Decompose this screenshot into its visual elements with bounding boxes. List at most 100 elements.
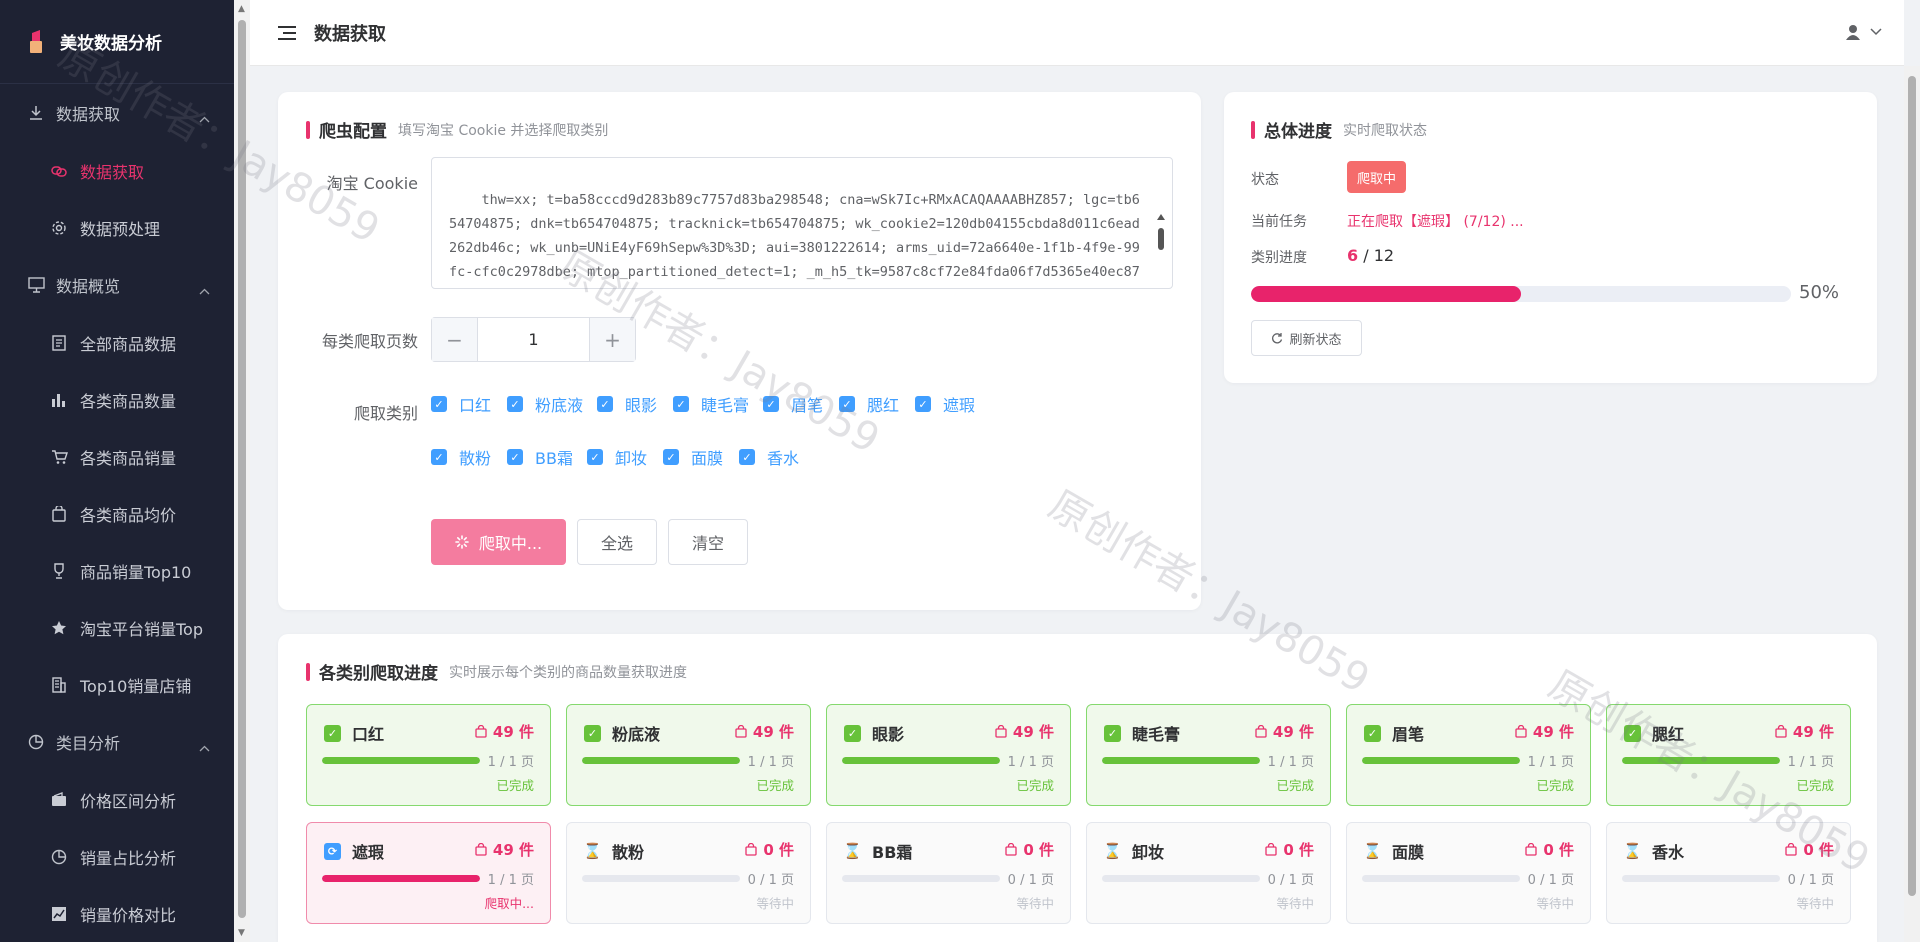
check-icon: ✓ xyxy=(1364,724,1381,742)
category-checkbox[interactable]: ✓ 粉底液 xyxy=(507,392,583,416)
sidebar-item-1-5[interactable]: 淘宝平台销量Top xyxy=(0,599,234,656)
sidebar-item-0-0[interactable]: 数据获取 xyxy=(0,142,234,199)
category-progress-bar xyxy=(322,757,480,764)
crawler-config-card: 爬虫配置 填写淘宝 Cookie 并选择爬取类别 淘宝 Cookie thw=x… xyxy=(278,92,1201,610)
sidebar-item-1-4[interactable]: 商品销量Top10 xyxy=(0,542,234,599)
category-count: 49 件 xyxy=(1515,721,1574,742)
category-progress-bar xyxy=(322,875,480,882)
category-progress-item: ⌛ 香水 0 件 0 / 1 页 等待中 xyxy=(1606,822,1851,924)
current-task-value: 正在爬取【遮瑕】 (7/12) ... xyxy=(1347,214,1524,230)
crawler-config-title: 爬虫配置 xyxy=(319,122,387,142)
category-pages: 0 / 1 页 xyxy=(1267,873,1314,888)
user-menu[interactable] xyxy=(1846,24,1882,40)
checkbox-checked-icon: ✓ xyxy=(507,396,523,412)
category-progress-item: ✓ 粉底液 49 件 1 / 1 页 已完成 xyxy=(566,704,811,806)
sidebar-group-1[interactable]: 数据概览 xyxy=(0,256,234,314)
category-pages: 1 / 1 页 xyxy=(487,873,534,888)
category-progress-label: 类别进度 xyxy=(1251,250,1307,266)
status-badge: 爬取中 xyxy=(1347,161,1407,193)
category-status: 已完成 xyxy=(1796,778,1834,793)
textarea-scrollbar[interactable] xyxy=(1154,162,1168,282)
sidebar-menu: 数据获取 数据获取 数据预处理 数据概览 全部商品数据 各类商品数量 各类商品销量 各类商品均… xyxy=(0,84,234,942)
scrollbar-thumb[interactable] xyxy=(238,20,246,918)
category-checkbox[interactable]: ✓ 睫毛膏 xyxy=(673,392,749,416)
decrement-button[interactable]: − xyxy=(432,318,477,361)
cart-icon xyxy=(50,448,68,466)
category-status: 等待中 xyxy=(1276,896,1314,911)
category-checkbox[interactable]: ✓ 遮瑕 xyxy=(915,392,975,416)
category-progress-fill xyxy=(842,757,1000,764)
category-checkbox[interactable]: ✓ BB霜 xyxy=(507,445,573,469)
category-checkbox[interactable]: ✓ 眉笔 xyxy=(763,392,823,416)
category-count-text: 49 件 xyxy=(1272,723,1314,741)
category-name-text: 卸妆 xyxy=(1132,843,1165,862)
category-checkbox[interactable]: ✓ 腮红 xyxy=(839,392,899,416)
category-status: 已完成 xyxy=(1016,778,1054,793)
category-progress-bar xyxy=(1362,757,1520,764)
category-name-text: 眼影 xyxy=(872,725,905,744)
clear-button[interactable]: 清空 xyxy=(668,519,748,565)
bag-icon xyxy=(745,843,757,856)
category-count: 49 件 xyxy=(735,721,794,742)
hourglass-icon: ⌛ xyxy=(1623,842,1642,860)
category-checkbox[interactable]: ✓ 面膜 xyxy=(663,445,723,469)
select-all-button[interactable]: 全选 xyxy=(577,519,657,565)
category-pages: 1 / 1 页 xyxy=(1007,755,1054,770)
sidebar-item-1-1[interactable]: 各类商品数量 xyxy=(0,371,234,428)
pages-input[interactable]: 1 xyxy=(477,318,590,361)
sidebar-item-1-0[interactable]: 全部商品数据 xyxy=(0,314,234,371)
main-scrollbar[interactable] xyxy=(1904,66,1920,942)
category-progress-item: ⌛ 散粉 0 件 0 / 1 页 等待中 xyxy=(566,822,811,924)
linechart-icon xyxy=(50,905,68,923)
category-progress-item: ✓ 眉笔 49 件 1 / 1 页 已完成 xyxy=(1346,704,1591,806)
sidebar-item-1-3[interactable]: 各类商品均价 xyxy=(0,485,234,542)
refresh-status-button[interactable]: 刷新状态 xyxy=(1251,320,1362,356)
category-name: ✓ 眼影 xyxy=(844,721,904,745)
category-count: 49 件 xyxy=(995,721,1054,742)
sidebar-scrollbar[interactable]: ▲ ▼ xyxy=(234,0,250,942)
category-count-text: 0 件 xyxy=(763,841,794,859)
sidebar-item-2-0[interactable]: 价格区间分析 xyxy=(0,771,234,828)
sidebar-group-0[interactable]: 数据获取 xyxy=(0,84,234,142)
app-logo[interactable]: 美妆数据分析 xyxy=(0,0,234,84)
category-checkbox-label: 散粉 xyxy=(459,449,492,468)
sidebar-item-1-6[interactable]: Top10销量店铺 xyxy=(0,656,234,713)
sidebar-group-2[interactable]: 类目分析 xyxy=(0,713,234,771)
category-checkbox-label: 眉笔 xyxy=(791,396,824,415)
category-checkbox[interactable]: ✓ 散粉 xyxy=(431,445,491,469)
category-total-count: 12 xyxy=(1373,246,1395,265)
overall-progress-header: 总体进度 实时爬取状态 xyxy=(1251,117,1427,142)
scroll-down-arrow[interactable]: ▼ xyxy=(238,928,245,938)
category-checkbox[interactable]: ✓ 口红 xyxy=(431,392,491,416)
cookie-textarea[interactable]: thw=xx; t=ba58cccd9d283b89c7757d83ba2985… xyxy=(431,157,1173,289)
sidebar-item-0-1[interactable]: 数据预处理 xyxy=(0,199,234,256)
hamburger-icon[interactable] xyxy=(278,25,296,41)
overall-progress-bar xyxy=(1251,286,1791,302)
app-title: 美妆数据分析 xyxy=(60,34,162,54)
title-accent-bar xyxy=(306,120,310,139)
increment-button[interactable]: + xyxy=(590,318,635,361)
category-checkbox[interactable]: ✓ 眼影 xyxy=(597,392,657,416)
checkbox-checked-icon: ✓ xyxy=(587,449,603,465)
category-name: ✓ 眉笔 xyxy=(1364,721,1424,745)
crawling-button[interactable]: 爬取中... xyxy=(431,519,566,565)
user-icon xyxy=(1846,24,1860,40)
category-checkbox[interactable]: ✓ 香水 xyxy=(739,445,799,469)
categories-label: 爬取类别 xyxy=(353,404,418,423)
sidebar-item-2-2[interactable]: 销量价格对比 xyxy=(0,885,234,942)
pages-stepper[interactable]: − 1 + xyxy=(431,317,636,362)
category-checkbox[interactable]: ✓ 卸妆 xyxy=(587,445,647,469)
category-progress-item: ✓ 口红 49 件 1 / 1 页 已完成 xyxy=(306,704,551,806)
sidebar-item-1-2[interactable]: 各类商品销量 xyxy=(0,428,234,485)
category-progress-item: ⌛ BB霜 0 件 0 / 1 页 等待中 xyxy=(826,822,1071,924)
main-scrollbar-thumb[interactable] xyxy=(1908,76,1916,896)
sidebar-item-2-1[interactable]: 销量占比分析 xyxy=(0,828,234,885)
checkbox-checked-icon: ✓ xyxy=(839,396,855,412)
check-icon: ✓ xyxy=(324,724,341,742)
category-progress-fill xyxy=(582,757,740,764)
category-name: ⌛ BB霜 xyxy=(843,839,912,863)
scroll-up-arrow[interactable]: ▲ xyxy=(238,4,245,14)
cookie-label: 淘宝 Cookie xyxy=(326,174,418,193)
checkbox-checked-icon: ✓ xyxy=(431,449,447,465)
category-checkbox-label: BB霜 xyxy=(535,449,573,468)
